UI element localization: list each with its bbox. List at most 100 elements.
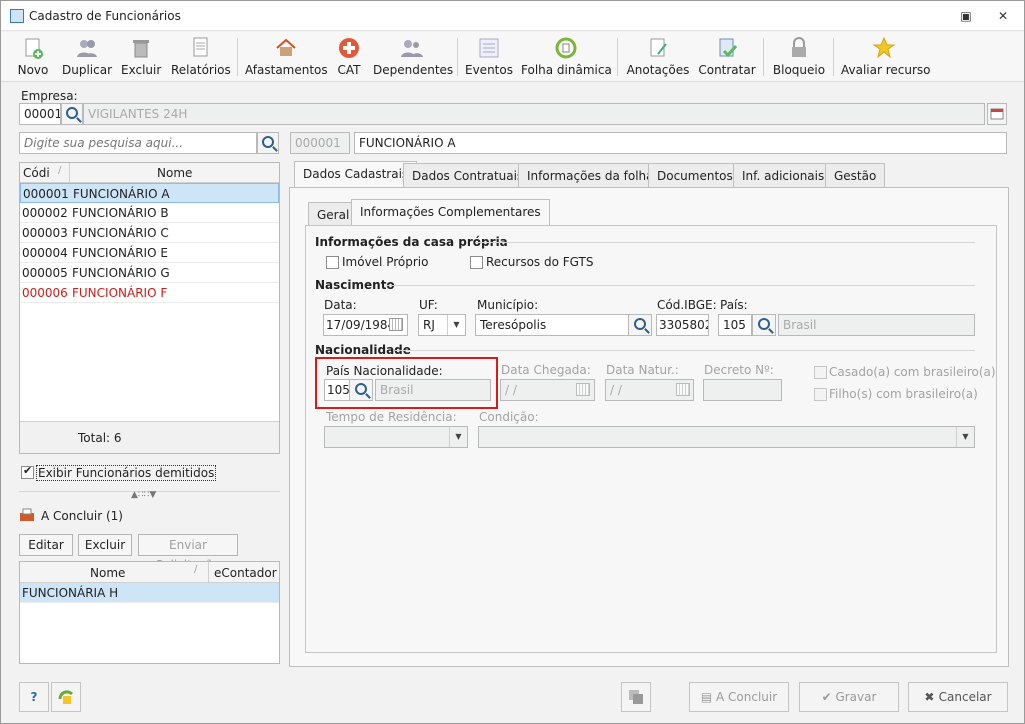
anotacoes-button[interactable]: Anotações [625, 36, 691, 80]
check-mark-icon: ✔ [23, 464, 33, 477]
col-code-header[interactable]: Códi [23, 166, 50, 180]
dependentes-button[interactable]: Dependentes [373, 36, 454, 80]
recursos-fgts-checkbox[interactable] [470, 256, 483, 269]
pais-code-input[interactable]: 105 [718, 314, 752, 336]
ibge-input[interactable]: 3305802 [656, 314, 709, 336]
tab-documentos[interactable]: Documentos [648, 163, 742, 187]
table-row[interactable]: 000002 FUNCIONÁRIO B [20, 203, 279, 223]
search-input[interactable]: Digite sua pesquisa aqui... [19, 132, 257, 154]
recursos-fgts-label: Recursos do FGTS [486, 255, 594, 269]
uf-value: RJ [423, 318, 435, 332]
uf-label: UF: [419, 298, 438, 312]
list-icon [479, 38, 499, 58]
row-name: FUNCIONÁRIO G [72, 266, 170, 280]
table-row[interactable]: 000003 FUNCIONÁRIO C [20, 223, 279, 243]
relatorios-button[interactable]: Relatórios [171, 36, 231, 80]
novo-button[interactable]: Novo [13, 36, 53, 80]
calendar-icon[interactable] [576, 383, 590, 396]
tab-informacoes-folha[interactable]: Informações da folha [518, 163, 663, 187]
afastamentos-label: Afastamentos [245, 63, 328, 77]
tab-gestao[interactable]: Gestão [825, 163, 886, 187]
row-code: 000001 [23, 187, 69, 201]
sort-icon: / [58, 165, 62, 176]
row-name: FUNCIONÁRIO F [72, 286, 168, 300]
municipio-search-button[interactable] [628, 314, 652, 336]
a-concluir-button[interactable]: ▤ A Concluir [689, 682, 789, 712]
table-row[interactable]: 000004 FUNCIONÁRIO E [20, 243, 279, 263]
employee-code-field: 000001 [290, 132, 350, 154]
excluir-button[interactable]: Excluir [121, 36, 161, 80]
divider [385, 285, 975, 286]
table-row[interactable]: 000001 FUNCIONÁRIO A [20, 183, 279, 203]
calendar-icon[interactable] [389, 318, 403, 331]
col-econtador-header[interactable]: eContador [214, 566, 277, 580]
enviar-solicitacao-button[interactable]: Enviar Solicitação [138, 534, 238, 572]
exibir-demitidos-label[interactable]: Exibir Funcionários demitidos [36, 465, 217, 481]
pending-row-nome: FUNCIONÁRIA H [22, 586, 119, 600]
chevron-down-icon: ▼ [449, 427, 467, 447]
pais-name-field: Brasil [778, 314, 975, 336]
filho-brasileiro-checkbox[interactable] [814, 388, 827, 401]
avaliar-recurso-label: Avaliar recurso [841, 63, 931, 77]
close-icon[interactable]: ✕ [993, 7, 1013, 25]
row-name: FUNCIONÁRIO B [72, 206, 169, 220]
empresa-details-button[interactable] [987, 103, 1007, 125]
bloqueio-button[interactable]: Bloqueio [771, 36, 827, 80]
editar-button[interactable]: Editar [19, 534, 73, 556]
folha-dinamica-label: Folha dinâmica [521, 63, 612, 77]
casado-brasileiro-checkbox[interactable] [814, 366, 827, 379]
contratar-button[interactable]: Contratar [697, 36, 757, 80]
refresh-button[interactable] [51, 682, 81, 712]
lock-icon [792, 37, 806, 57]
table-row[interactable]: 000005 FUNCIONÁRIO G [20, 263, 279, 283]
search-button[interactable] [257, 132, 279, 154]
exibir-demitidos-checkbox[interactable]: ✔ [21, 464, 34, 479]
empresa-search-button[interactable] [61, 103, 83, 125]
imovel-proprio-checkbox[interactable] [326, 256, 339, 269]
tempo-residencia-select[interactable]: ▼ [324, 426, 468, 448]
tab-dados-cadastrais[interactable]: Dados Cadastrais [294, 161, 418, 187]
cancelar-button[interactable]: ✖ Cancelar [908, 682, 1008, 712]
tab-dados-contratuais[interactable]: Dados Contratuais [403, 163, 533, 187]
close-icon: ✖ [924, 690, 939, 704]
col-name-header[interactable]: Nome [157, 166, 192, 180]
afastamentos-button[interactable]: Afastamentos [245, 36, 328, 80]
restore-icon[interactable]: ▣ [956, 7, 976, 25]
col-nome-header[interactable]: Nome [90, 566, 125, 580]
decreto-input[interactable] [703, 379, 782, 401]
copy-button[interactable] [621, 682, 651, 712]
grid-footer: Total: 6 [20, 421, 279, 453]
cat-label: CAT [337, 63, 361, 77]
avaliar-recurso-button[interactable]: Avaliar recurso [841, 36, 931, 80]
table-row[interactable]: FUNCIONÁRIA H [20, 583, 279, 603]
calendar-icon[interactable] [676, 383, 690, 396]
duplicar-button[interactable]: Duplicar [61, 36, 113, 80]
contratar-label: Contratar [698, 63, 756, 77]
gravar-button[interactable]: ✔ Gravar [799, 682, 899, 712]
municipio-input[interactable]: Teresópolis [475, 314, 629, 336]
eventos-button[interactable]: Eventos [465, 36, 513, 80]
people-icon [401, 40, 423, 57]
trash-icon [133, 40, 149, 58]
empresa-code-input[interactable]: 00001 [19, 103, 61, 125]
help-button[interactable]: ? [19, 682, 49, 712]
dependentes-label: Dependentes [373, 63, 454, 77]
cat-button[interactable]: CAT [333, 36, 365, 80]
tab-inf-adicionais[interactable]: Inf. adicionais [733, 163, 834, 187]
uf-select[interactable]: RJ ▼ [418, 314, 466, 336]
folha-dinamica-button[interactable]: Folha dinâmica [521, 36, 612, 80]
novo-label: Novo [17, 63, 49, 77]
employee-name-input[interactable]: FUNCIONÁRIO A [354, 132, 1007, 154]
table-row-dismissed[interactable]: 000006 FUNCIONÁRIO F [20, 283, 279, 303]
collapse-grip-icon[interactable]: ▲∷∷▼ [131, 490, 156, 500]
printer-icon: ▤ [700, 690, 716, 704]
gravar-label: Gravar [835, 690, 877, 704]
pais-search-button[interactable] [752, 314, 776, 336]
excluir-label: Excluir [121, 63, 162, 77]
decreto-label: Decreto Nº: [704, 363, 774, 377]
subtab-informacoes-complementares[interactable]: Informações Complementares [351, 199, 550, 226]
users-icon [77, 40, 97, 57]
excluir-pending-button[interactable]: Excluir [78, 534, 132, 556]
condicao-select[interactable]: ▼ [478, 426, 975, 448]
row-code: 000002 [22, 206, 68, 220]
